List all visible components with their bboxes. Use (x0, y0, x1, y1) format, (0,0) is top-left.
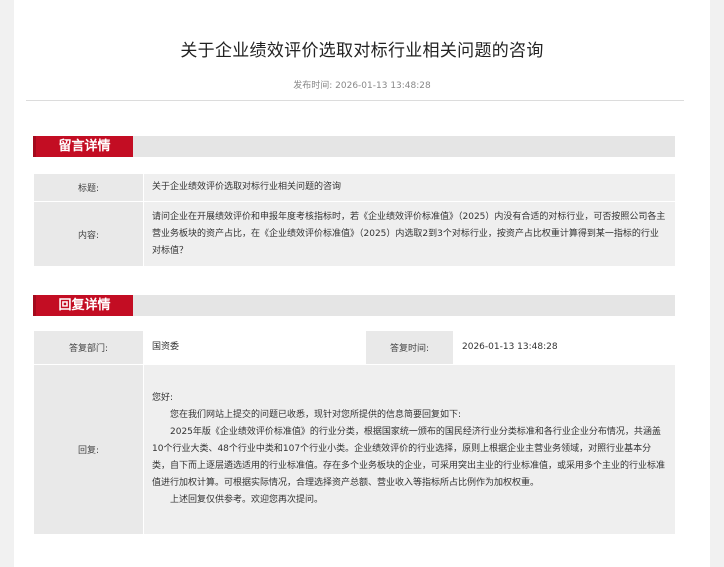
reply-paragraph-1: 您在我们网站上提交的问题已收悉，现针对您所提供的信息简要回复如下: (170, 410, 462, 420)
reply-label: 回复: (33, 364, 144, 535)
reply-paragraph-3: 上述回复仅供参考。欢迎您再次提问。 (170, 495, 324, 505)
reply-section-header: 回复详情 (33, 295, 675, 316)
publish-meta: 发布时间: 2026-01-13 13:48:28 (14, 78, 710, 91)
table-row: 标题: 关于企业绩效评价选取对标行业相关问题的咨询 (33, 173, 676, 202)
table-row: 答复部门: 国资委 答复时间: 2026-01-13 13:48:28 (33, 330, 676, 365)
title-divider (26, 100, 684, 101)
message-section-tab: 留言详情 (33, 136, 133, 157)
dept-value: 国资委 (143, 330, 366, 365)
title-value: 关于企业绩效评价选取对标行业相关问题的咨询 (143, 173, 676, 202)
publish-time: 2026-01-13 13:48:28 (335, 81, 431, 91)
time-label: 答复时间: (365, 330, 454, 365)
table-row: 回复: 您好: 您在我们网站上提交的问题已收悉，现针对您所提供的信息简要回复如下… (33, 364, 676, 535)
table-row: 内容: 请问企业在开展绩效评价和申报年度考核指标时，若《企业绩效评价标准值》（2… (33, 201, 676, 267)
message-section-header: 留言详情 (33, 136, 675, 157)
reply-table: 答复部门: 国资委 答复时间: 2026-01-13 13:48:28 回复: … (33, 330, 676, 535)
publish-label: 发布时间: (293, 81, 333, 91)
time-value: 2026-01-13 13:48:28 (453, 330, 676, 365)
reply-paragraph-2: 2025年版《企业绩效评价标准值》的行业分类，根据国家统一颁布的国民经济行业分类… (152, 427, 666, 488)
content-label: 内容: (33, 201, 144, 267)
page-title: 关于企业绩效评价选取对标行业相关问题的咨询 (180, 41, 544, 61)
message-table: 标题: 关于企业绩效评价选取对标行业相关问题的咨询 内容: 请问企业在开展绩效评… (33, 173, 676, 267)
reply-section-tab: 回复详情 (33, 295, 133, 316)
dept-label: 答复部门: (33, 330, 144, 365)
reply-content: 您好: 您在我们网站上提交的问题已收悉，现针对您所提供的信息简要回复如下: 20… (143, 364, 676, 535)
title-label: 标题: (33, 173, 144, 202)
reply-greeting: 您好: (152, 393, 174, 403)
content-value: 请问企业在开展绩效评价和申报年度考核指标时，若《企业绩效评价标准值》（2025）… (143, 201, 676, 267)
